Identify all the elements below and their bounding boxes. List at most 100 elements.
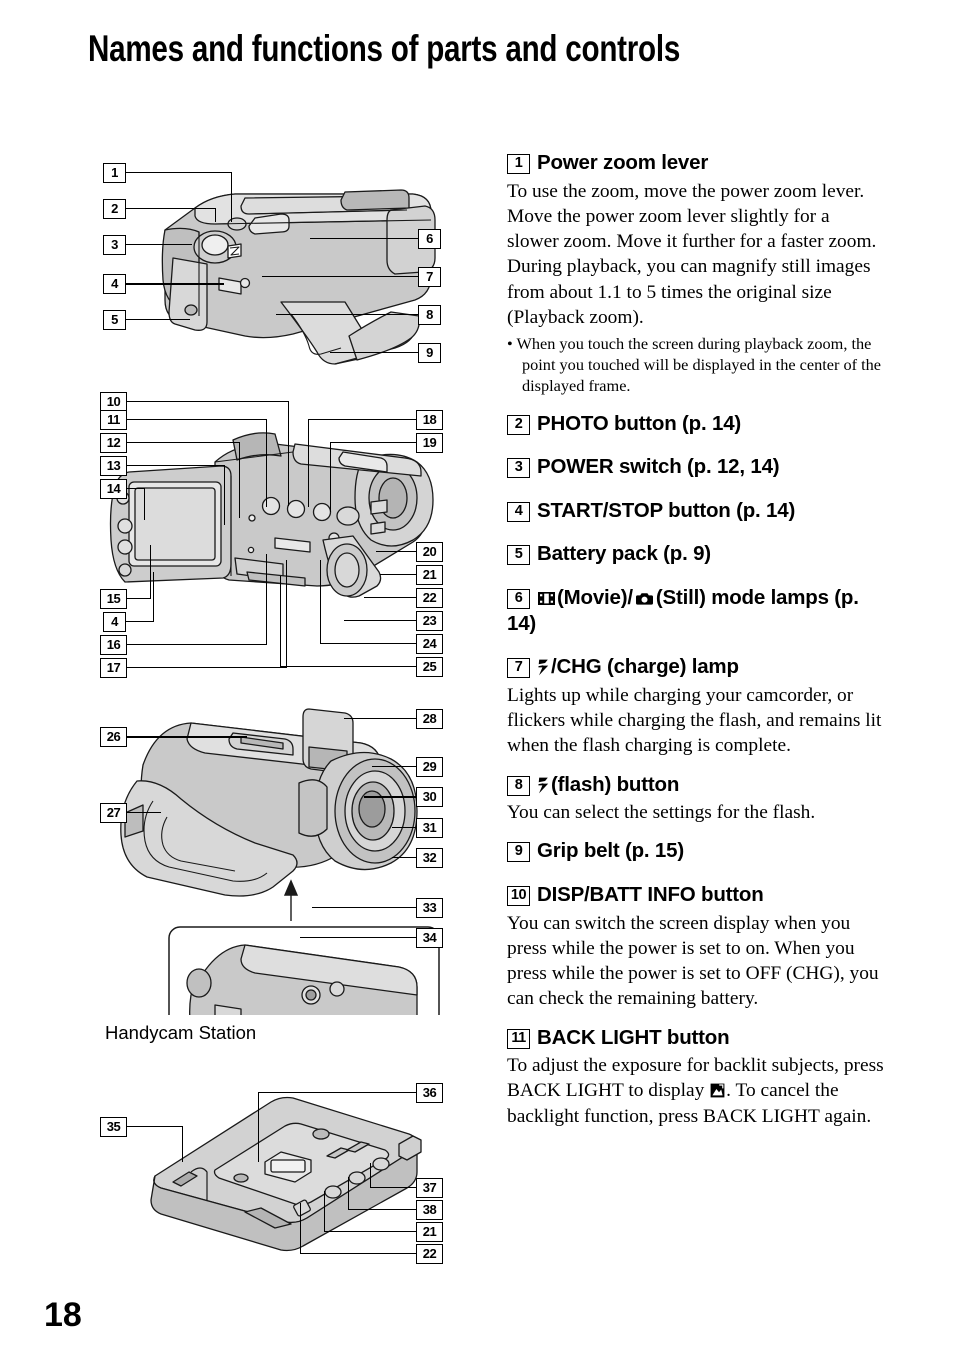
callout-22b: 22: [416, 1244, 443, 1264]
leader-line-10-v: [288, 401, 290, 506]
leader-line-17: [127, 667, 287, 669]
leader-line-32: [392, 857, 416, 859]
leader-line-11: [127, 419, 267, 421]
leader-line-4b: [126, 621, 154, 623]
camcorder-lcd-open-drawing: [109, 432, 434, 598]
callout-25: 25: [416, 657, 443, 677]
part-heading-3: 3 POWER switch (p. 12, 14): [507, 454, 885, 480]
part-heading-8: 8 (flash) button: [507, 772, 885, 798]
callout-27: 27: [100, 803, 127, 823]
leader-line-24-v: [320, 560, 322, 643]
part-number-3: 3: [507, 458, 530, 479]
callout-13: 13: [100, 456, 127, 476]
leader-line-4: [126, 283, 224, 285]
part-heading-text-2: PHOTO button (p. 14): [537, 411, 742, 435]
part-body-8: You can select the settings for the flas…: [507, 802, 816, 824]
handycam-station-label: Handycam Station: [105, 1022, 257, 1043]
leader-line-25: [280, 666, 416, 668]
callout-2: 2: [103, 199, 126, 219]
part-entry-7: 7/CHG (charge) lamp Lights up while char…: [507, 654, 885, 758]
part-body-11: To adjust the exposure for backlit subje…: [507, 1053, 885, 1129]
callout-28: 28: [416, 709, 443, 729]
part-entry-3: 3 POWER switch (p. 12, 14): [507, 454, 885, 480]
callout-35: 35: [100, 1117, 127, 1137]
callout-21: 21: [416, 565, 443, 585]
callout-33: 33: [416, 898, 443, 918]
still-camera-icon: [635, 592, 654, 606]
manual-page: Names and functions of parts and control…: [0, 0, 954, 1357]
callout-21b: 21: [416, 1222, 443, 1242]
backlight-icon: [710, 1083, 725, 1098]
part-number-1: 1: [507, 154, 530, 174]
part-entry-10: 10 DISP/BATT INFO button You can switch t…: [507, 882, 885, 1012]
leader-line-36-v: [258, 1092, 260, 1162]
leader-line-21: [380, 574, 416, 576]
callout-16: 16: [100, 635, 127, 655]
leader-line-16: [127, 644, 267, 646]
part-heading-text-11: BACK LIGHT button: [537, 1025, 730, 1049]
part-number-10: 10: [507, 886, 530, 907]
callout-4b: 4: [103, 612, 126, 632]
leader-line-10: [127, 401, 289, 403]
part-entry-4: 4 START/STOP button (p. 14): [507, 498, 885, 524]
leader-line-15: [127, 598, 151, 600]
leader-line-35-v: [182, 1126, 184, 1162]
callout-32: 32: [416, 848, 443, 868]
leader-line-6: [310, 238, 418, 240]
part-number-7: 7: [507, 658, 530, 679]
leader-line-3: [126, 244, 192, 246]
leader-line-22b: [300, 1253, 416, 1255]
leader-line-14-v: [144, 488, 146, 520]
leader-line-21b-v: [324, 1191, 326, 1231]
part-heading-5: 5 Battery pack (p. 9): [507, 541, 885, 567]
leader-line-12: [127, 442, 240, 444]
callout-22: 22: [416, 588, 443, 608]
part-heading-1: 1 Power zoom lever: [507, 150, 885, 176]
part-heading-text-8: (flash) button: [551, 772, 680, 796]
part-entry-1: 1 Power zoom lever To use the zoom, move …: [507, 150, 885, 397]
part-entry-9: 9 Grip belt (p. 15): [507, 838, 885, 864]
leader-line-27: [127, 812, 161, 814]
leader-line-4b-v: [153, 572, 155, 622]
part-number-8: 8: [507, 775, 530, 796]
part-entry-8: 8 (flash) button You can select the setti…: [507, 772, 885, 826]
leader-line-15-v: [150, 545, 152, 599]
callout-31: 31: [416, 818, 443, 838]
leader-line-35: [127, 1126, 183, 1128]
part-heading-text-6a: (Movie)/: [557, 586, 633, 610]
callout-24: 24: [416, 634, 443, 654]
callout-14: 14: [100, 479, 127, 499]
leader-line-1: [126, 172, 232, 174]
leader-line-5: [126, 319, 190, 321]
part-number-11: 11: [507, 1028, 530, 1049]
callout-8: 8: [418, 305, 441, 325]
part-number-9: 9: [507, 842, 530, 863]
part-heading-text-3: POWER switch (p. 12, 14): [537, 455, 780, 479]
callout-20: 20: [416, 542, 443, 562]
camcorder-front-bottom-drawing: [120, 708, 440, 1015]
part-heading-text-9: Grip belt (p. 15): [537, 839, 684, 863]
leader-line-30: [364, 796, 416, 798]
part-entry-6: 6 (Movie)/(Still) mode lamps (p. 14): [507, 585, 885, 636]
callout-15: 15: [100, 589, 127, 609]
leader-line-8: [276, 314, 418, 316]
leader-line-19: [330, 442, 416, 444]
callout-30: 30: [416, 787, 443, 807]
page-number: 18: [44, 1296, 82, 1334]
callout-1: 1: [103, 163, 126, 183]
part-heading-text-10: DISP/BATT INFO button: [537, 883, 764, 907]
part-number-5: 5: [507, 545, 530, 566]
callout-7: 7: [418, 267, 441, 287]
leader-line-38-v: [348, 1177, 350, 1209]
part-heading-10: 10 DISP/BATT INFO button: [507, 882, 885, 908]
callout-26: 26: [100, 727, 127, 747]
callout-10: 10: [100, 392, 127, 412]
callout-5: 5: [103, 310, 126, 330]
part-number-6: 6: [507, 589, 530, 610]
leader-line-12-v: [239, 442, 241, 518]
part-note-1: • When you touch the screen during playb…: [507, 333, 881, 395]
leader-line-37-v: [370, 1163, 372, 1187]
flash-bolt-icon-2: [538, 777, 549, 794]
part-heading-2: 2 PHOTO button (p. 14): [507, 411, 885, 437]
part-heading-6: 6 (Movie)/(Still) mode lamps (p. 14): [507, 585, 885, 636]
